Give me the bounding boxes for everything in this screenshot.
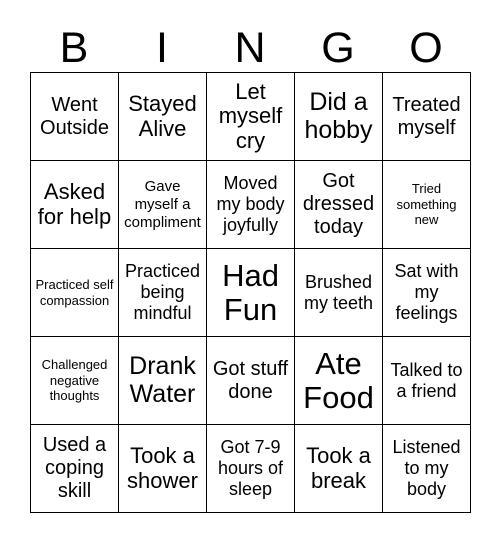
bingo-cell[interactable]: Practiced being mindful (119, 249, 207, 337)
bingo-cell-label: Took a break (306, 442, 371, 493)
bingo-cell-label: Moved my body joyfully (216, 173, 285, 235)
bingo-cell[interactable]: Drank Water (119, 337, 207, 425)
bingo-cell-label: Got 7-9 hours of sleep (217, 437, 284, 499)
bingo-cell-label: Got dressed today (302, 170, 375, 238)
bingo-cell[interactable]: Asked for help (31, 161, 119, 249)
bingo-cell[interactable]: Tried something new (383, 161, 471, 249)
bingo-cell[interactable]: Got stuff done (207, 337, 295, 425)
bingo-cell-label: Sat with my feelings (394, 261, 459, 323)
bingo-cell[interactable]: Took a break (295, 425, 383, 513)
bingo-cell-label: Got stuff done (212, 357, 289, 403)
bingo-cell[interactable]: Used a coping skill (31, 425, 119, 513)
bingo-cell[interactable]: Challenged negative thoughts (31, 337, 119, 425)
bingo-cell[interactable]: Treated myself (383, 73, 471, 161)
bingo-cell[interactable]: Practiced self compassion (31, 249, 119, 337)
bingo-cell[interactable]: Gave myself a compliment (119, 161, 207, 249)
bingo-card: B I N G O Went Outside Stayed Alive Let … (0, 0, 500, 544)
header-letter-o: O (409, 24, 443, 72)
bingo-cell[interactable]: Sat with my feelings (383, 249, 471, 337)
bingo-cell-label: Talked to a friend (390, 359, 463, 401)
header-letter-g: G (321, 24, 355, 72)
bingo-cell[interactable]: Brushed my teeth (295, 249, 383, 337)
header-letter-n: N (234, 24, 266, 72)
bingo-grid: Went Outside Stayed Alive Let myself cry… (30, 72, 471, 513)
bingo-cell[interactable]: Took a shower (119, 425, 207, 513)
bingo-cell-label: Practiced self compassion (35, 276, 114, 308)
bingo-cell-label: Tried something new (396, 180, 457, 228)
bingo-cell-label: Let myself cry (218, 78, 283, 153)
bingo-cell-label: Asked for help (37, 178, 112, 229)
bingo-cell-label: Treated myself (392, 93, 461, 139)
bingo-cell[interactable]: Went Outside (31, 73, 119, 161)
bingo-cell-label: Did a hobby (304, 88, 373, 144)
bingo-cell-label: Challenged negative thoughts (41, 356, 108, 404)
bingo-header: B I N G O (30, 14, 470, 72)
bingo-cell-label: Had Fun (222, 258, 279, 327)
bingo-cell[interactable]: Let myself cry (207, 73, 295, 161)
bingo-cell-label: Used a coping skill (42, 434, 107, 502)
bingo-cell-label: Went Outside (40, 93, 109, 139)
bingo-cell[interactable]: Ate Food (295, 337, 383, 425)
bingo-cell[interactable]: Talked to a friend (383, 337, 471, 425)
bingo-cell-label: Took a shower (127, 442, 198, 493)
bingo-cell[interactable]: Moved my body joyfully (207, 161, 295, 249)
bingo-cell-label: Gave myself a compliment (124, 177, 201, 231)
bingo-cell[interactable]: Got 7-9 hours of sleep (207, 425, 295, 513)
bingo-cell[interactable]: Stayed Alive (119, 73, 207, 161)
bingo-cell[interactable]: Got dressed today (295, 161, 383, 249)
bingo-cell-label: Listened to my body (392, 437, 461, 499)
header-letter-b: B (59, 24, 89, 72)
bingo-cell-label: Practiced being mindful (124, 261, 201, 323)
bingo-cell[interactable]: Had Fun (207, 249, 295, 337)
bingo-cell-label: Stayed Alive (128, 90, 197, 141)
header-letter-i: I (156, 24, 168, 72)
bingo-cell-label: Ate Food (303, 346, 374, 415)
bingo-cell[interactable]: Listened to my body (383, 425, 471, 513)
bingo-cell-label: Drank Water (129, 352, 196, 408)
bingo-cell-label: Brushed my teeth (303, 271, 374, 313)
bingo-cell[interactable]: Did a hobby (295, 73, 383, 161)
